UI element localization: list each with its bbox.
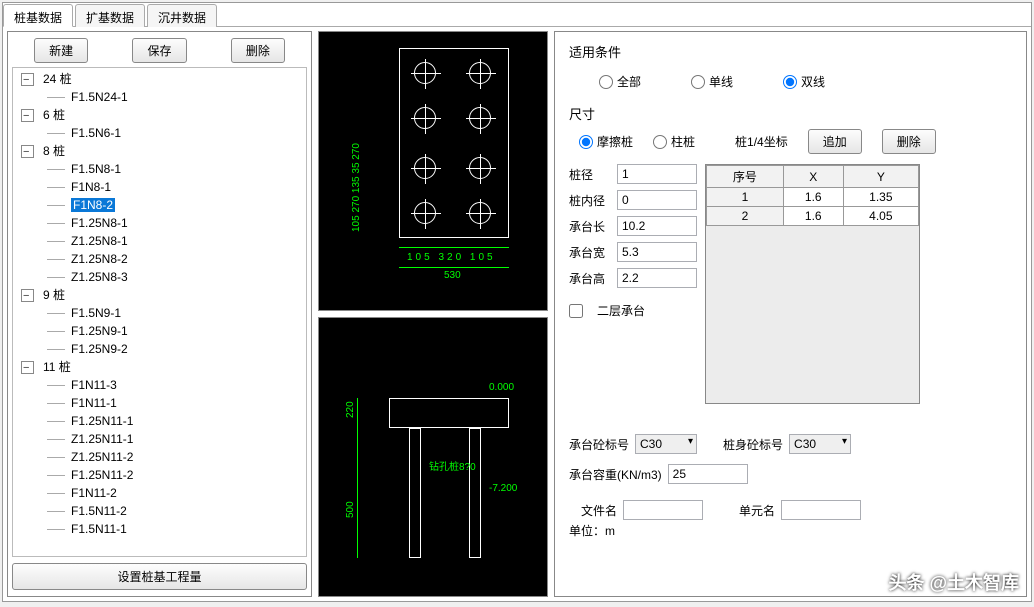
tree-leaf[interactable]: F1.25N9-2: [13, 340, 306, 358]
caphgt-input[interactable]: [617, 268, 697, 288]
two-layer-checkbox[interactable]: [569, 304, 583, 318]
delete-coord-button[interactable]: 删除: [882, 129, 936, 154]
tree-group[interactable]: 8 桩: [13, 142, 306, 160]
capwid-input[interactable]: [617, 242, 697, 262]
col-no: 序号: [707, 166, 784, 188]
unit-input[interactable]: [781, 500, 861, 520]
set-quantity-button[interactable]: 设置桩基工程量: [12, 563, 307, 590]
elevation-view: 220 500 0.000 钻孔桩8?0 -7.200: [318, 317, 548, 597]
tree-leaf-selected[interactable]: F1N8-2: [13, 196, 306, 214]
pile-type-row: 摩擦桩 柱桩 桩1/4坐标 追加 删除: [569, 129, 1012, 154]
tree-leaf[interactable]: F1.25N8-1: [13, 214, 306, 232]
diameter-label: 桩径: [569, 166, 609, 183]
tree-leaf[interactable]: Z1.25N8-1: [13, 232, 306, 250]
add-coord-button[interactable]: 追加: [808, 129, 862, 154]
delete-button[interactable]: 删除: [231, 38, 285, 63]
tree-leaf[interactable]: Z1.25N11-1: [13, 430, 306, 448]
applicable-radios: 全部 单线 双线: [569, 67, 1012, 104]
unit-weight-input[interactable]: [668, 464, 748, 484]
tree-leaf[interactable]: F1.25N11-2: [13, 466, 306, 484]
left-panel: 新建 保存 删除 24 桩 F1.5N24-1 6 桩 F1.5N6-1 8 桩…: [7, 31, 312, 597]
col-y: Y: [843, 166, 918, 188]
tree-leaf[interactable]: F1.25N11-1: [13, 412, 306, 430]
properties-panel: 适用条件 全部 单线 双线 尺寸 摩擦桩 柱桩 桩1/4坐标 追加 删除 桩径 …: [554, 31, 1027, 597]
radio-double[interactable]: 双线: [783, 73, 825, 90]
cap-conc-label: 承台砼标号: [569, 436, 629, 453]
tree-leaf[interactable]: Z1.25N8-2: [13, 250, 306, 268]
tree-group[interactable]: 24 桩: [13, 70, 306, 88]
radio-single[interactable]: 单线: [691, 73, 733, 90]
unit-note: 单位：m: [569, 522, 1012, 539]
unit-weight-label: 承台容重(KN/m3): [569, 466, 662, 483]
pile-tree[interactable]: 24 桩 F1.5N24-1 6 桩 F1.5N6-1 8 桩 F1.5N8-1…: [12, 67, 307, 557]
capwid-label: 承台宽: [569, 244, 609, 261]
tree-leaf[interactable]: F1.5N24-1: [13, 88, 306, 106]
file-input[interactable]: [623, 500, 703, 520]
cap-conc-select[interactable]: C30: [635, 434, 697, 454]
caphgt-label: 承台高: [569, 270, 609, 287]
tree-group[interactable]: 6 桩: [13, 106, 306, 124]
save-button[interactable]: 保存: [132, 38, 186, 63]
dimensions-title: 尺寸: [569, 104, 1012, 123]
diameter-input[interactable]: [617, 164, 697, 184]
tree-group[interactable]: 11 桩: [13, 358, 306, 376]
col-x: X: [783, 166, 843, 188]
watermark: 头条 @土木智库: [888, 569, 1019, 595]
toolbar: 新建 保存 删除: [12, 38, 307, 63]
pile-conc-label: 桩身砼标号: [723, 436, 783, 453]
tree-leaf[interactable]: Z1.25N11-2: [13, 448, 306, 466]
tab-caisson[interactable]: 沉井数据: [147, 4, 217, 27]
table-row[interactable]: 2 1.6 4.05: [707, 207, 919, 226]
tree-leaf[interactable]: F1N11-2: [13, 484, 306, 502]
tree-leaf[interactable]: F1.5N6-1: [13, 124, 306, 142]
inner-input[interactable]: [617, 190, 697, 210]
radio-friction[interactable]: 摩擦桩: [579, 133, 633, 150]
unit-label: 单元名: [739, 502, 775, 519]
inner-label: 桩内径: [569, 192, 609, 209]
tree-leaf[interactable]: F1N11-1: [13, 394, 306, 412]
tree-leaf[interactable]: Z1.25N8-3: [13, 268, 306, 286]
tab-pile[interactable]: 桩基数据: [3, 4, 73, 27]
caplen-label: 承台长: [569, 218, 609, 235]
tree-leaf[interactable]: F1N11-3: [13, 376, 306, 394]
tree-leaf[interactable]: F1.5N9-1: [13, 304, 306, 322]
tree-leaf[interactable]: F1.25N9-1: [13, 322, 306, 340]
file-label: 文件名: [581, 502, 617, 519]
tree-leaf[interactable]: F1.5N8-1: [13, 160, 306, 178]
applicable-title: 适用条件: [569, 42, 1012, 61]
plan-view: 105 270 135 35 270 105 320 105 530: [318, 31, 548, 311]
diagram-panel: 105 270 135 35 270 105 320 105 530 220 5…: [318, 31, 548, 597]
tab-bar: 桩基数据 扩基数据 沉井数据: [3, 3, 1031, 27]
tree-leaf[interactable]: F1.5N11-1: [13, 520, 306, 538]
tree-group[interactable]: 9 桩: [13, 286, 306, 304]
pile-conc-select[interactable]: C30: [789, 434, 851, 454]
two-layer-label: 二层承台: [597, 302, 645, 319]
radio-all[interactable]: 全部: [599, 73, 641, 90]
coord-label: 桩1/4坐标: [735, 133, 788, 150]
tree-leaf[interactable]: F1.5N11-2: [13, 502, 306, 520]
tree-leaf[interactable]: F1N8-1: [13, 178, 306, 196]
tab-spread[interactable]: 扩基数据: [75, 4, 145, 27]
table-row[interactable]: 1 1.6 1.35: [707, 188, 919, 207]
new-button[interactable]: 新建: [34, 38, 88, 63]
radio-column[interactable]: 柱桩: [653, 133, 695, 150]
caplen-input[interactable]: [617, 216, 697, 236]
coord-table[interactable]: 序号 X Y 1 1.6 1.35 2 1.6 4.05: [705, 164, 920, 404]
